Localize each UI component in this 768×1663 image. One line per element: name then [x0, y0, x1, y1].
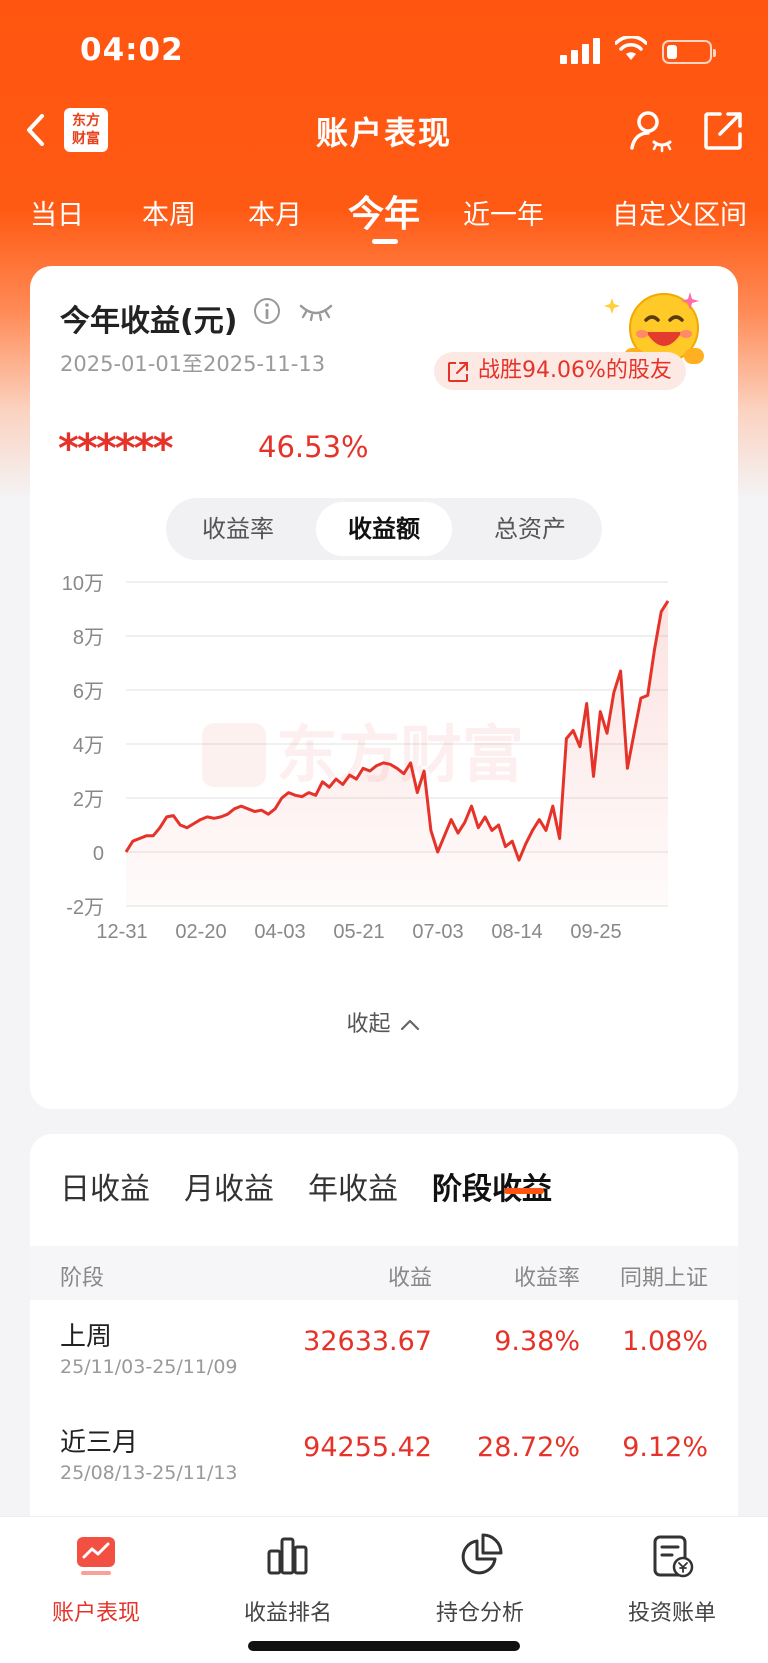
nav-holding-analysis[interactable]: 持仓分析	[384, 1531, 576, 1627]
chart-type-switch: 收益率 收益额 总资产	[166, 498, 602, 560]
x-tick-label: 08-14	[491, 921, 542, 943]
tab-stage-returns[interactable]: 阶段收益	[432, 1164, 552, 1208]
bar-chart-icon	[267, 1537, 308, 1575]
nav-bar: 东方 财富 账户表现	[0, 100, 768, 160]
tab-return-amount[interactable]: 收益额	[316, 502, 452, 556]
nav-investment-bill[interactable]: 投资账单	[576, 1531, 768, 1627]
tab-yearly-returns[interactable]: 年收益	[308, 1164, 398, 1208]
active-tab-indicator	[372, 239, 398, 244]
x-tick-label: 09-25	[570, 921, 621, 943]
status-bar: 04:02	[0, 30, 768, 74]
col-stage: 阶段	[60, 1266, 105, 1291]
return-percentage: 46.53%	[258, 430, 369, 464]
tab-monthly-returns[interactable]: 月收益	[184, 1164, 274, 1208]
tab-this-month[interactable]: 本月	[248, 193, 302, 232]
nav-return-ranking[interactable]: 收益排名	[192, 1531, 384, 1627]
stage-name: 上周	[60, 1322, 113, 1352]
stage-profit: 32633.67	[303, 1326, 432, 1357]
col-index: 同期上证	[619, 1266, 708, 1291]
pie-chart-icon	[461, 1533, 503, 1575]
tab-custom-range[interactable]: 自定义区间	[612, 193, 747, 232]
y-tick-label: 8万	[73, 627, 104, 649]
beat-rate-badge[interactable]: 战胜94.06%的股友	[434, 352, 686, 390]
hide-amount-icon[interactable]	[298, 296, 334, 326]
y-tick-label: 2万	[73, 789, 104, 811]
user-privacy-icon[interactable]	[628, 108, 674, 154]
y-tick-label: 10万	[62, 573, 104, 595]
tab-total-assets[interactable]: 总资产	[462, 502, 598, 556]
date-range: 2025-01-01至2025-11-13	[60, 352, 326, 376]
share-icon	[448, 362, 468, 382]
summary-title: 今年收益(元)	[60, 304, 238, 339]
stage-name: 近三月	[60, 1428, 139, 1458]
col-profit: 收益	[387, 1266, 432, 1291]
chevron-up-icon	[400, 1019, 419, 1031]
tab-today[interactable]: 当日	[30, 193, 84, 232]
summary-card: 今年收益(元) 2025-01-01至2025-11-13 战胜94.06%的股…	[30, 266, 738, 1109]
trend-icon	[77, 1537, 115, 1575]
table-row[interactable]: 上周 25/11/03-25/11/09 32633.67 9.38% 1.08…	[30, 1302, 738, 1402]
stage-index: 9.12%	[622, 1432, 708, 1463]
x-tick-label: 05-21	[333, 921, 384, 943]
returns-card: 日收益 月收益 年收益 阶段收益 阶段 收益 收益率 同期上证 上周 25/11…	[30, 1134, 738, 1574]
y-tick-label: 0	[93, 843, 104, 865]
stage-range: 25/08/13-25/11/13	[60, 1462, 238, 1484]
stage-profit: 94255.42	[303, 1432, 432, 1463]
nav-account-performance[interactable]: 账户表现	[0, 1531, 192, 1627]
stage-index: 1.08%	[622, 1326, 708, 1357]
battery-icon	[662, 40, 716, 64]
stage-range: 25/11/03-25/11/09	[60, 1356, 238, 1378]
signal-icon	[560, 38, 602, 64]
tab-return-rate[interactable]: 收益率	[170, 502, 306, 556]
returns-tabs: 日收益 月收益 年收益 阶段收益	[60, 1164, 720, 1224]
stage-rate: 28.72%	[477, 1432, 580, 1463]
x-tick-label: 04-03	[254, 921, 305, 943]
y-tick-label: 4万	[73, 735, 104, 757]
bill-icon	[653, 1535, 694, 1578]
x-tick-label: 07-03	[412, 921, 463, 943]
tab-last-year[interactable]: 近一年	[463, 193, 544, 232]
share-icon[interactable]	[700, 108, 746, 154]
table-row[interactable]: 近三月 25/08/13-25/11/13 94255.42 28.72% 9.…	[30, 1408, 738, 1508]
col-rate: 收益率	[513, 1266, 580, 1291]
active-returns-tab-indicator	[504, 1188, 544, 1194]
status-time: 04:02	[80, 32, 184, 68]
table-header: 阶段 收益 收益率 同期上证	[30, 1246, 738, 1300]
y-tick-label: -2万	[66, 897, 104, 919]
y-tick-label: 6万	[73, 681, 104, 703]
wifi-icon	[615, 36, 647, 60]
hidden-amount: ******	[58, 426, 174, 472]
x-tick-label: 12-31	[96, 921, 147, 943]
tab-this-year[interactable]: 今年	[348, 185, 420, 237]
tab-daily-returns[interactable]: 日收益	[60, 1164, 150, 1208]
return-chart: 东方财富 10万8万6万4万2万0-2万 12-31 02-20 04-03 05-2…	[62, 573, 670, 943]
tab-this-week[interactable]: 本周	[142, 193, 196, 232]
info-icon[interactable]	[252, 296, 282, 326]
collapse-button[interactable]: 收起	[30, 1006, 738, 1038]
period-tabs: 当日 本周 本月 今年 近一年 自定义区间	[0, 185, 768, 255]
home-indicator	[248, 1641, 520, 1651]
stage-rate: 9.38%	[494, 1326, 580, 1357]
x-tick-label: 02-20	[175, 921, 226, 943]
